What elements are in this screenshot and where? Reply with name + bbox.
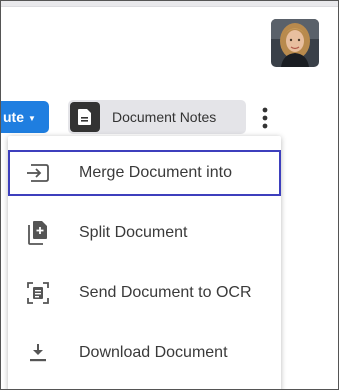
menu-item-split-document[interactable]: Split Document (8, 210, 281, 256)
menu-item-send-to-ocr[interactable]: Send Document to OCR (8, 270, 281, 316)
ocr-icon (24, 279, 52, 307)
app-window: ute ▼ Document Notes Merge Document into… (0, 0, 339, 390)
more-options-button[interactable] (255, 104, 275, 132)
caret-down-icon: ▼ (28, 113, 36, 123)
menu-item-download-document[interactable]: Download Document (8, 330, 281, 376)
document-icon (70, 102, 100, 132)
document-notes-button[interactable]: Document Notes (68, 100, 246, 134)
menu-item-merge-document[interactable]: Merge Document into (8, 150, 281, 196)
merge-icon (24, 159, 52, 187)
menu-item-label: Download Document (79, 344, 228, 361)
download-icon (24, 339, 52, 367)
top-header-strip (1, 1, 338, 7)
document-notes-label: Document Notes (112, 109, 217, 125)
menu-item-label: Merge Document into (79, 164, 232, 181)
menu-item-label: Split Document (79, 224, 188, 241)
document-options-menu: Merge Document into Split Document Send … (8, 136, 281, 389)
avatar-photo-icon (271, 19, 319, 67)
route-dropdown-button[interactable]: ute ▼ (1, 101, 49, 133)
user-avatar[interactable] (271, 19, 319, 67)
kebab-menu-icon (262, 107, 268, 129)
menu-item-label: Send Document to OCR (79, 284, 252, 301)
route-button-label: ute (3, 109, 24, 125)
split-document-icon (24, 219, 52, 247)
